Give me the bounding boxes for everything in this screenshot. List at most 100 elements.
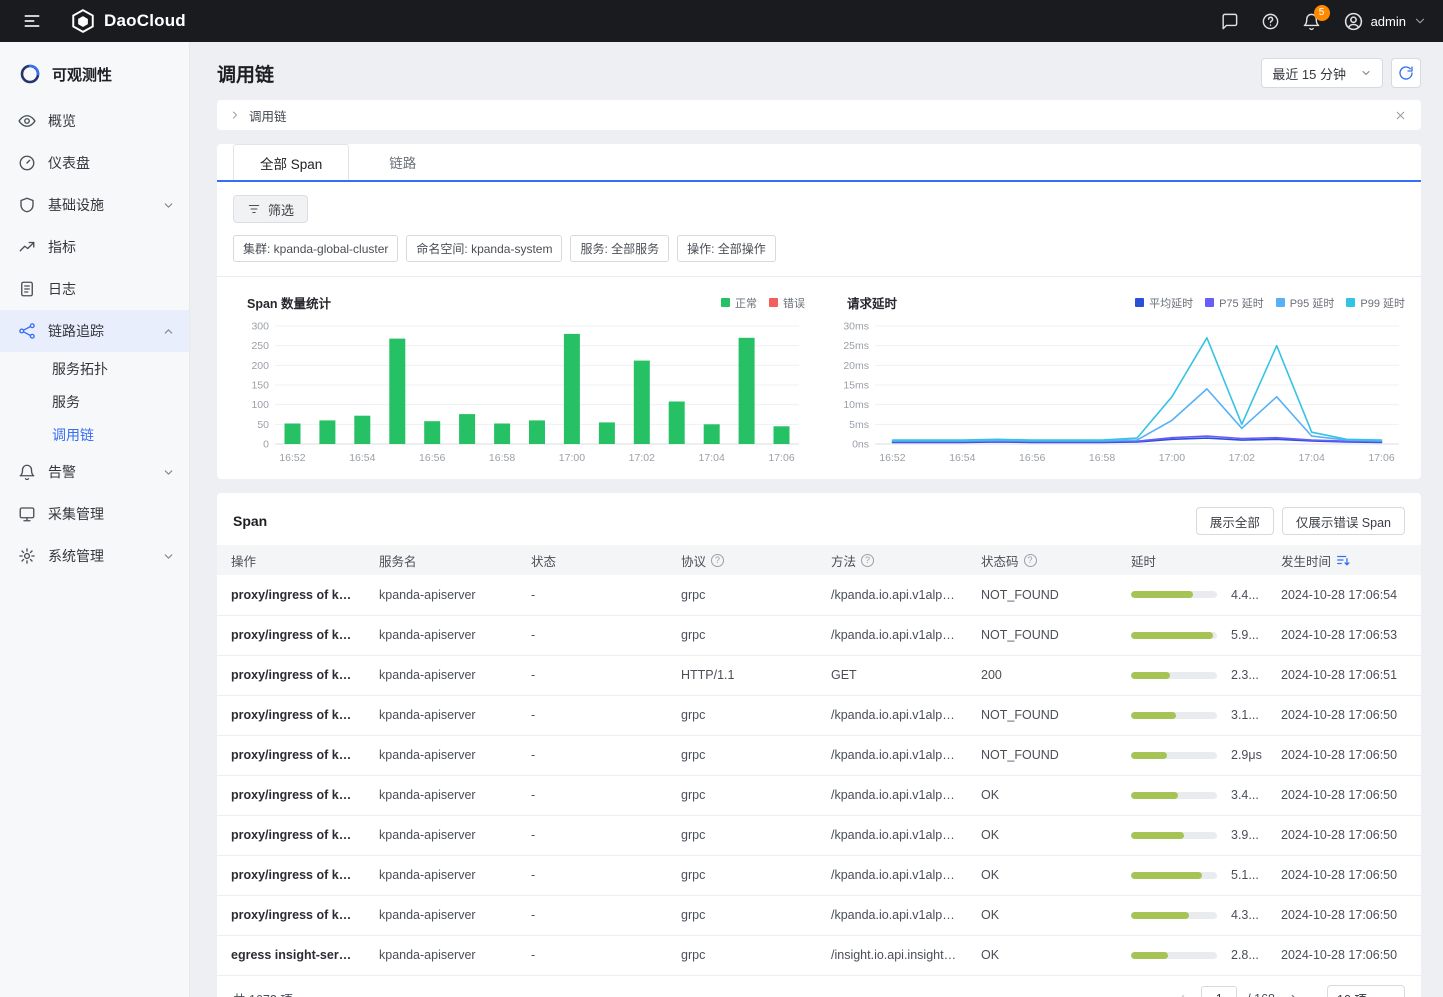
- legend-item[interactable]: P75 延时: [1205, 295, 1264, 311]
- cell-operation[interactable]: proxy/ingress of kpan...: [217, 895, 365, 935]
- table-row[interactable]: proxy/ingress of kpan...kpanda-apiserver…: [217, 815, 1421, 855]
- brand-logo[interactable]: DaoCloud: [70, 8, 186, 34]
- chart-title: 请求延时: [847, 293, 897, 312]
- table-row[interactable]: proxy/ingress of kpan...kpanda-apiserver…: [217, 655, 1421, 695]
- page-number-input[interactable]: [1201, 986, 1237, 997]
- monitor-icon: [18, 505, 36, 523]
- cell-method: /kpanda.io.api.v1alpha1...: [817, 895, 967, 935]
- cell-operation[interactable]: proxy/ingress of kpan...: [217, 855, 365, 895]
- sidebar-item-system[interactable]: 系统管理: [0, 535, 189, 577]
- cell-operation[interactable]: proxy/ingress of kpan...: [217, 695, 365, 735]
- next-page-icon[interactable]: [1285, 990, 1303, 997]
- cell-latency: 2.3...: [1117, 655, 1267, 695]
- cell-operation[interactable]: proxy/ingress of kpan...: [217, 815, 365, 855]
- sidebar-item-logs[interactable]: 日志: [0, 268, 189, 310]
- legend-item[interactable]: P95 延时: [1276, 295, 1335, 311]
- table-row[interactable]: proxy/ingress of kpan...kpanda-apiserver…: [217, 735, 1421, 775]
- sidebar-item-collection[interactable]: 采集管理: [0, 493, 189, 535]
- latency-value: 5.1...: [1231, 868, 1259, 882]
- table-row[interactable]: proxy/ingress of kpan...kpanda-apiserver…: [217, 775, 1421, 815]
- table-row[interactable]: proxy/ingress of kpan...kpanda-apiserver…: [217, 695, 1421, 735]
- help-icon[interactable]: ?: [1024, 554, 1037, 567]
- latency-bar: [1131, 591, 1217, 598]
- legend-item[interactable]: P99 延时: [1346, 295, 1405, 311]
- cell-time: 2024-10-28 17:06:50: [1267, 855, 1421, 895]
- sidebar-item-dashboard[interactable]: 仪表盘: [0, 142, 189, 184]
- sidebar-item-alerts[interactable]: 告警: [0, 451, 189, 493]
- table-row[interactable]: proxy/ingress of kpan...kpanda-apiserver…: [217, 895, 1421, 935]
- cell-operation[interactable]: proxy/ingress of kpan...: [217, 575, 365, 615]
- prev-page-icon[interactable]: [1173, 990, 1191, 997]
- sidebar-item-infrastructure[interactable]: 基础设施: [0, 184, 189, 226]
- nav-label: 链路追踪: [48, 321, 162, 341]
- svg-text:10ms: 10ms: [843, 399, 869, 411]
- charts-card: 全部 Span 链路 筛选 集群: kpanda-global-cluster 命名…: [217, 144, 1421, 479]
- main-content: 调用链 最近 15 分钟 调用链 全部 Span链路: [190, 42, 1443, 997]
- filter-tag[interactable]: 服务: 全部服务: [570, 235, 669, 262]
- page-size-select[interactable]: 10 项: [1327, 985, 1405, 997]
- cell-status-code: NOT_FOUND: [967, 615, 1117, 655]
- cell-method: /kpanda.io.api.v1alpha1...: [817, 735, 967, 775]
- show-all-button[interactable]: 展示全部: [1196, 507, 1274, 535]
- pagination: / 168 10 项: [1173, 985, 1405, 997]
- table-row[interactable]: proxy/ingress of kpan...kpanda-apiserver…: [217, 855, 1421, 895]
- tab-all-span[interactable]: 全部 Span: [233, 144, 349, 180]
- filter-tag[interactable]: 操作: 全部操作: [677, 235, 776, 262]
- time-range-select[interactable]: 最近 15 分钟: [1261, 58, 1383, 88]
- breadcrumb-item[interactable]: 调用链: [249, 106, 287, 125]
- cell-operation[interactable]: proxy/ingress of kpan...: [217, 775, 365, 815]
- sidebar-item-services[interactable]: 服务: [0, 385, 189, 418]
- help-icon[interactable]: ?: [711, 554, 724, 567]
- cell-time: 2024-10-28 17:06:50: [1267, 935, 1421, 975]
- filter-tag[interactable]: 集群: kpanda-global-cluster: [233, 235, 398, 262]
- cell-status-code: NOT_FOUND: [967, 735, 1117, 775]
- cell-operation[interactable]: egress insight-server.i...: [217, 935, 365, 975]
- sort-icon[interactable]: [1336, 553, 1350, 567]
- chat-icon[interactable]: [1214, 6, 1245, 37]
- legend-item[interactable]: 错误: [769, 295, 805, 311]
- legend-item[interactable]: 正常: [721, 295, 757, 311]
- svg-text:5ms: 5ms: [849, 419, 869, 431]
- cell-operation[interactable]: proxy/ingress of kpan...: [217, 735, 365, 775]
- column-header-7[interactable]: 发生时间: [1267, 545, 1421, 575]
- svg-text:17:02: 17:02: [1229, 452, 1255, 464]
- chevron-down-icon: [1360, 67, 1372, 79]
- sidebar-item-call-chain[interactable]: 调用链: [0, 418, 189, 451]
- svg-text:100: 100: [251, 399, 269, 411]
- svg-text:20ms: 20ms: [843, 360, 869, 372]
- tab-trace[interactable]: 链路: [363, 144, 442, 180]
- filter-tag[interactable]: 命名空间: kpanda-system: [406, 235, 562, 262]
- svg-text:17:04: 17:04: [1299, 452, 1325, 464]
- cell-status-code: NOT_FOUND: [967, 575, 1117, 615]
- latency-bar: [1131, 752, 1217, 759]
- table-row[interactable]: egress insight-server.i...kpanda-apiserv…: [217, 935, 1421, 975]
- column-header-6: 延时: [1117, 545, 1267, 575]
- close-icon[interactable]: [1392, 107, 1409, 124]
- filter-button[interactable]: 筛选: [233, 195, 308, 223]
- nav-label: 概览: [48, 111, 175, 131]
- refresh-icon[interactable]: [1391, 58, 1421, 88]
- cell-protocol: grpc: [667, 815, 817, 855]
- help-icon[interactable]: ?: [861, 554, 874, 567]
- legend-swatch: [1135, 298, 1144, 307]
- cell-protocol: grpc: [667, 935, 817, 975]
- notifications-icon[interactable]: 5: [1296, 6, 1327, 37]
- sidebar-item-service-topology[interactable]: 服务拓扑: [0, 352, 189, 385]
- cell-operation[interactable]: proxy/ingress of kpan...: [217, 655, 365, 695]
- sidebar-item-tracing[interactable]: 链路追踪: [0, 310, 189, 352]
- cell-operation[interactable]: proxy/ingress of kpan...: [217, 615, 365, 655]
- show-errors-only-button[interactable]: 仅展示错误 Span: [1282, 507, 1405, 535]
- cell-service-name: kpanda-apiserver: [365, 735, 517, 775]
- sidebar-item-overview[interactable]: 概览: [0, 100, 189, 142]
- sidebar-item-metrics[interactable]: 指标: [0, 226, 189, 268]
- table-row[interactable]: proxy/ingress of kpan...kpanda-apiserver…: [217, 615, 1421, 655]
- user-menu[interactable]: admin: [1343, 11, 1427, 32]
- username: admin: [1371, 14, 1406, 29]
- help-icon[interactable]: [1255, 6, 1286, 37]
- filter-button-label: 筛选: [268, 200, 294, 219]
- document-icon: [18, 280, 36, 298]
- chart-legend: 正常错误: [721, 295, 805, 311]
- legend-item[interactable]: 平均延时: [1135, 295, 1193, 311]
- table-row[interactable]: proxy/ingress of kpan...kpanda-apiserver…: [217, 575, 1421, 615]
- menu-toggle-icon[interactable]: [16, 5, 48, 37]
